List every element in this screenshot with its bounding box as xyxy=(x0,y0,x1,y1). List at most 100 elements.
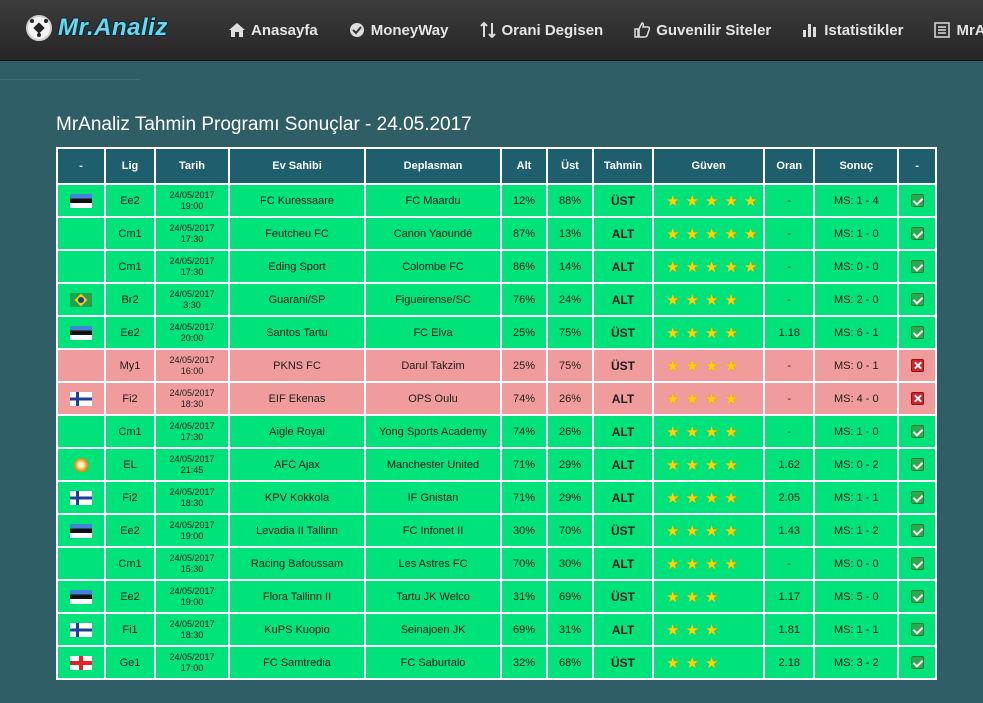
match-date: 24/05/2017 xyxy=(169,453,215,464)
page-title: MrAnaliz Tahmin Programı Sonuçlar - 24.0… xyxy=(56,114,472,135)
over-percent-cell: 26% xyxy=(546,381,594,416)
under-percent-cell: 25% xyxy=(500,348,548,383)
nav-istatistikler[interactable]: Istatistikler xyxy=(801,22,903,39)
status-cell xyxy=(897,546,938,581)
match-date: 24/05/2017 xyxy=(169,222,215,233)
flag-cell xyxy=(56,381,106,416)
prediction-cell: ÜST xyxy=(592,645,654,680)
soccer-ball-icon xyxy=(26,15,52,41)
confidence-stars: ★ ★ ★ xyxy=(651,579,766,614)
site-logo[interactable]: Mr.Analiz xyxy=(26,11,168,45)
league-cell: Br2 xyxy=(104,282,156,317)
nav-anasayfa[interactable]: Anasayfa xyxy=(228,22,318,39)
nav-moneyway[interactable]: MoneyWay xyxy=(348,22,449,39)
league-cell: Cm1 xyxy=(104,249,156,284)
result-cell: MS: 4 - 0 xyxy=(813,381,900,416)
date-cell: 24/05/2017 16:00 xyxy=(154,348,230,383)
star-icon: ★ xyxy=(704,357,719,375)
star-icon: ★ xyxy=(666,324,680,342)
table-row[interactable]: Cm1 24/05/2017 17:30 Feutcheu FC Canon Yaoun… xyxy=(56,216,938,251)
table-row[interactable]: Ee2 24/05/2017 20:00 Santos Tartu FC Elva 25%… xyxy=(56,315,938,350)
table-row[interactable]: Cm1 24/05/2017 15:30 Racing Bafoussam Les As… xyxy=(56,546,938,581)
star-icon: ★ xyxy=(666,621,680,639)
match-date: 24/05/2017 xyxy=(169,618,215,629)
flag-cell xyxy=(56,216,106,251)
checkmark-icon xyxy=(910,293,924,306)
date-cell: 24/05/2017 17:30 xyxy=(154,216,230,251)
match-time: 18:30 xyxy=(180,398,204,409)
date-cell: 24/05/2017 19:00 xyxy=(154,513,230,548)
away-team-cell: FC Elva xyxy=(364,315,502,350)
checkmark-icon xyxy=(910,194,924,207)
star-icon: ★ xyxy=(685,489,699,507)
cross-icon xyxy=(910,392,924,405)
star-icon: ★ xyxy=(743,225,758,243)
star-icon: ★ xyxy=(704,588,719,606)
date-cell: 24/05/2017 20:00 xyxy=(154,315,230,350)
col-header-over: Üst xyxy=(546,147,594,185)
home-team-cell: KPV Kokkola xyxy=(228,480,366,515)
status-cell xyxy=(897,216,938,251)
flag-cell xyxy=(56,249,106,284)
nav-mranaliz-s[interactable]: MrAnaliz-S xyxy=(933,22,983,39)
confidence-stars: ★ ★ ★ ★ ★ xyxy=(651,216,766,251)
checkmark-icon xyxy=(910,623,924,636)
star-icon: ★ xyxy=(704,192,719,210)
check-circle-icon xyxy=(349,23,364,37)
league-cell: EL xyxy=(104,447,156,482)
star-icon: ★ xyxy=(704,621,719,639)
table-row[interactable]: Ge1 24/05/2017 17:00 FC Samtredia FC Saburta… xyxy=(56,645,938,680)
nav-orani-degisen[interactable]: Orani Degisen xyxy=(479,22,603,39)
star-icon: ★ xyxy=(666,192,680,210)
table-row[interactable]: My1 24/05/2017 16:00 PKNS FC Darul Takzim 25%… xyxy=(56,348,938,383)
match-date: 24/05/2017 xyxy=(169,519,215,530)
league-cell: Cm1 xyxy=(104,216,156,251)
star-icon: ★ xyxy=(666,291,680,309)
table-row[interactable]: Fi1 24/05/2017 18:30 KuPS Kuopio Seinajoen J… xyxy=(56,612,938,647)
match-time: 20:00 xyxy=(180,332,204,343)
document-list-icon xyxy=(934,22,951,38)
estonia-flag xyxy=(70,589,92,604)
result-cell: MS: 0 - 0 xyxy=(813,249,900,284)
away-team-cell: Manchester United xyxy=(364,447,502,482)
table-row[interactable]: Ee2 24/05/2017 19:00 FC Kuressaare FC Maardu… xyxy=(56,183,938,218)
table-row[interactable]: Ee2 24/05/2017 19:00 Levadia II Tallinn FC I… xyxy=(56,513,938,548)
prediction-cell: ÜST xyxy=(592,348,654,383)
confidence-stars: ★ ★ ★ ★ ★ xyxy=(651,183,766,218)
star-icon: ★ xyxy=(704,555,719,573)
table-row[interactable]: Br2 24/05/2017 3:30 Guarani/SP Figueirense/S… xyxy=(56,282,938,317)
home-team-cell: KuPS Kuopio xyxy=(228,612,366,647)
table-row[interactable]: EL 24/05/2017 21:45 AFC Ajax Manchester Unit… xyxy=(56,447,938,482)
confidence-stars: ★ ★ ★ xyxy=(651,612,766,647)
star-icon: ★ xyxy=(666,522,680,540)
status-cell xyxy=(897,348,938,383)
nav-guvenilir-siteler[interactable]: Guvenilir Siteler xyxy=(633,22,771,39)
under-percent-cell: 69% xyxy=(500,612,548,647)
flag-cell xyxy=(56,513,106,548)
status-cell xyxy=(897,447,938,482)
result-cell: MS: 3 - 2 xyxy=(813,645,900,680)
match-time: 15:30 xyxy=(180,563,204,574)
table-row[interactable]: Fi2 24/05/2017 18:30 KPV Kokkola IF Gnistan 7… xyxy=(56,480,938,515)
star-icon: ★ xyxy=(666,225,680,243)
over-percent-cell: 68% xyxy=(546,645,594,680)
col-header-odds: Oran xyxy=(763,147,816,185)
odds-cell: 1.18 xyxy=(763,315,816,350)
estonia-flag xyxy=(70,325,92,340)
match-time: 3:30 xyxy=(183,299,201,310)
col-header-home: Ev Sahibi xyxy=(228,147,366,185)
league-cell: Fi2 xyxy=(104,480,156,515)
checkmark-icon xyxy=(910,227,924,240)
table-row[interactable]: Cm1 24/05/2017 17:30 Eding Sport Colombe FC 8… xyxy=(56,249,938,284)
checkmark-icon xyxy=(910,326,924,339)
star-icon: ★ xyxy=(724,324,738,342)
top-navbar: Mr.Analiz Anasayfa MoneyWay Orani Degise… xyxy=(0,0,983,61)
europa-league-icon xyxy=(74,457,88,472)
star-icon: ★ xyxy=(685,357,699,375)
table-row[interactable]: Cm1 24/05/2017 17:30 Aigle Royal Yong Sports… xyxy=(56,414,938,449)
table-row[interactable]: Ee2 24/05/2017 19:00 Flora Tallinn II Tartu … xyxy=(56,579,938,614)
table-row[interactable]: Fi2 24/05/2017 18:30 EIF Ekenas OPS Oulu 74% 2… xyxy=(56,381,938,416)
under-percent-cell: 76% xyxy=(500,282,548,317)
star-icon: ★ xyxy=(704,654,719,672)
confidence-stars: ★ ★ ★ ★ xyxy=(651,414,766,449)
